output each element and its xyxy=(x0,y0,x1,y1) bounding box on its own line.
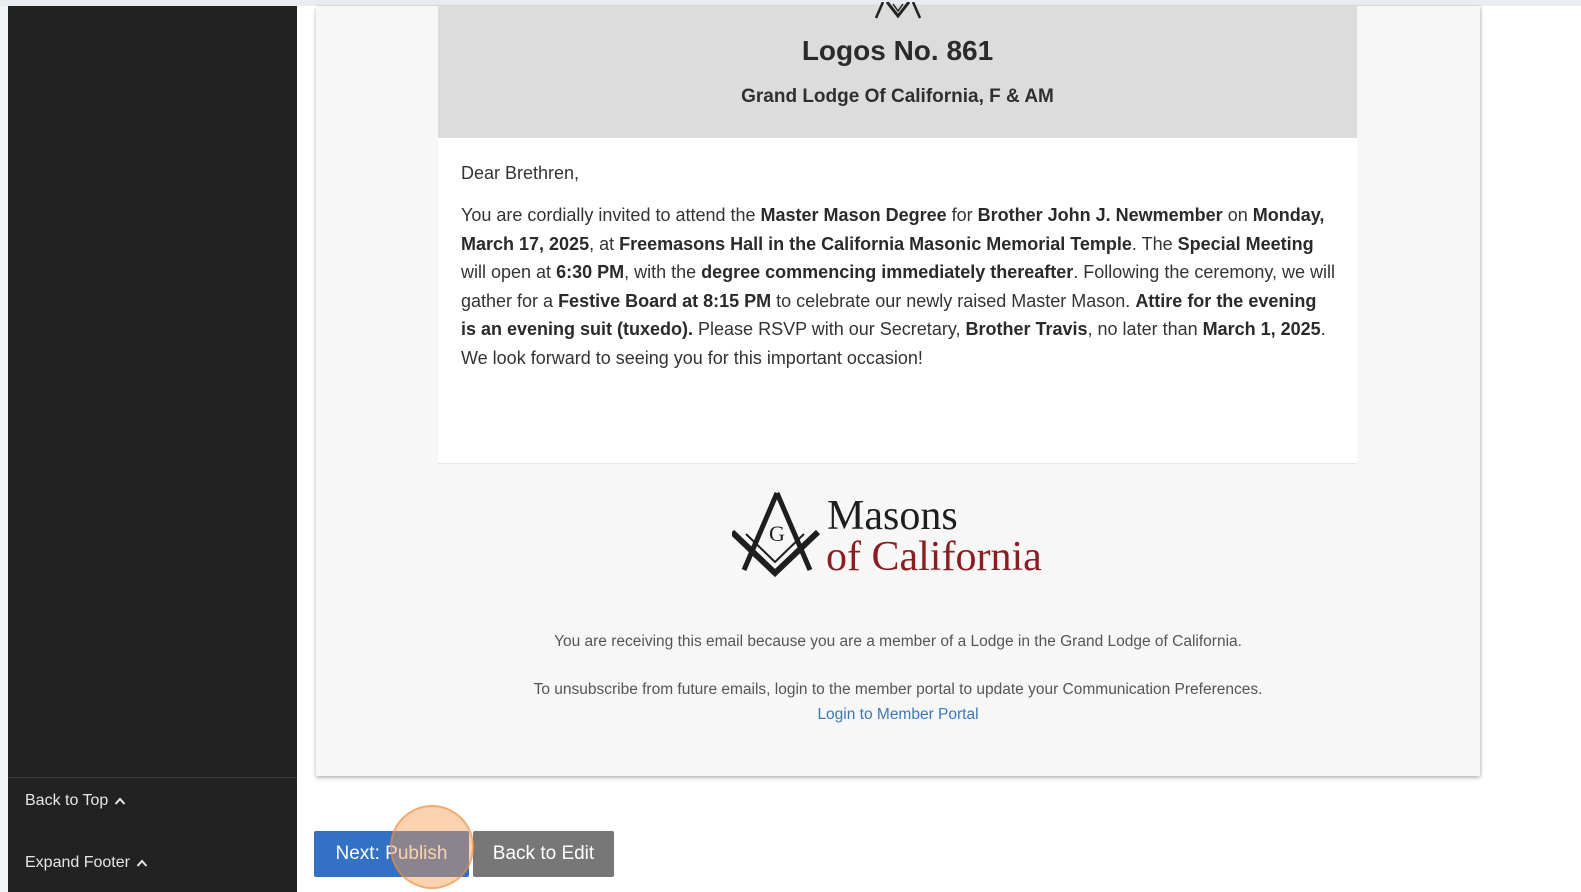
lodge-name: Logos No. 861 xyxy=(801,35,994,66)
next-publish-button[interactable]: Next: Publish xyxy=(314,831,469,877)
expand-footer-link[interactable]: Expand Footer xyxy=(25,854,148,872)
grand-lodge-name: Grand Lodge Of California, F & AM xyxy=(741,86,1054,107)
back-to-top-label: Back to Top xyxy=(25,792,109,809)
emblem-letter: G xyxy=(769,521,785,546)
chevron-up-icon xyxy=(115,797,126,805)
back-to-edit-button[interactable]: Back to Edit xyxy=(473,831,614,877)
chevron-up-icon xyxy=(136,859,148,867)
masons-of-california-logo: G Masons of California xyxy=(732,490,1072,582)
membership-notice: You are receiving this email because you… xyxy=(554,633,1242,650)
member-portal-link[interactable]: Login to Member Portal xyxy=(316,706,1480,724)
unsubscribe-notice: To unsubscribe from future emails, login… xyxy=(533,681,1263,698)
invitation-text: You are cordially invited to attend the … xyxy=(461,205,1336,368)
email-preview-card: Logos No. 861 Grand Lodge Of California,… xyxy=(316,2,1480,776)
expand-footer-label: Expand Footer xyxy=(25,854,130,871)
email-body: Dear Brethren, You are cordially invited… xyxy=(438,138,1357,464)
email-header: Logos No. 861 Grand Lodge Of California,… xyxy=(438,2,1357,138)
back-to-top-link[interactable]: Back to Top xyxy=(25,792,126,810)
sidebar: Back to Top Expand Footer xyxy=(8,6,297,892)
square-and-compasses-icon: G xyxy=(732,492,821,578)
greeting: Dear Brethren, xyxy=(461,163,580,183)
square-and-compasses-icon xyxy=(874,2,922,19)
sidebar-divider xyxy=(8,777,297,778)
logo-word-of-california: of California xyxy=(826,534,1042,580)
